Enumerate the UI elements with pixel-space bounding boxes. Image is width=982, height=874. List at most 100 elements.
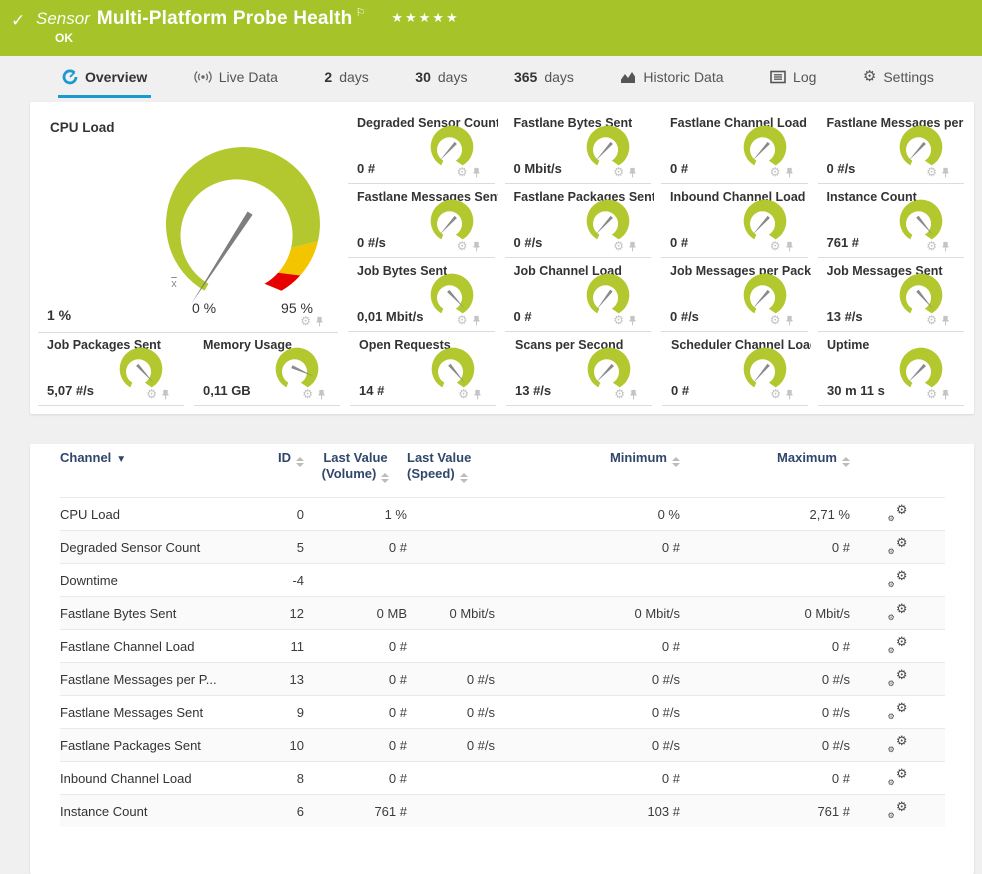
sort-icon [672,457,680,467]
channel-settings-icon[interactable]: ⚙⚙ [888,604,908,620]
gear-icon[interactable]: ⚙ [300,315,311,327]
gear-icon[interactable]: ⚙ [926,314,937,326]
pin-icon[interactable] [314,316,325,327]
pin-icon[interactable] [471,241,482,252]
gear-icon[interactable]: ⚙ [770,240,781,252]
gear-icon[interactable]: ⚙ [770,388,781,400]
channel-settings-icon[interactable]: ⚙⚙ [888,670,908,686]
tab-365-days[interactable]: 365days [510,58,578,98]
tab-overview[interactable]: Overview [58,58,151,98]
channel-maximum: 0 #/s [680,663,850,696]
channel-minimum: 0 # [495,630,680,663]
column-header-maximum[interactable]: Maximum [680,444,850,498]
tab-live-data[interactable]: Live Data [190,58,282,98]
gear-icon[interactable]: ⚙ [770,314,781,326]
pin-icon[interactable] [784,389,795,400]
gauge-scale-max: 95 % [267,300,327,316]
flag-icon[interactable]: ⚐ [355,7,365,19]
pin-icon[interactable] [627,241,638,252]
gear-icon[interactable]: ⚙ [457,166,468,178]
pin-icon[interactable] [471,167,482,178]
channel-id: 11 [252,630,304,663]
gear-icon[interactable]: ⚙ [770,166,781,178]
pin-icon[interactable] [627,315,638,326]
gear-icon[interactable]: ⚙ [458,388,469,400]
pin-icon[interactable] [628,389,639,400]
pin-icon[interactable] [940,167,951,178]
tab-log[interactable]: Log [766,58,820,98]
tile-actions: ⚙ [302,388,327,400]
pin-icon[interactable] [472,389,483,400]
channel-settings-icon[interactable]: ⚙⚙ [888,571,908,587]
channel-maximum: 761 # [680,795,850,828]
gear-icon[interactable]: ⚙ [926,388,937,400]
channel-settings-icon[interactable]: ⚙⚙ [888,505,908,521]
channel-id: 8 [252,762,304,795]
gauge-arc [893,122,949,172]
channel-name: Downtime [60,564,252,597]
column-header-channel[interactable]: Channel▼ [60,444,252,498]
pin-icon-shape [471,241,482,252]
gear-icon[interactable]: ⚙ [457,240,468,252]
channel-name: Fastlane Packages Sent [60,729,252,762]
channel-minimum: 103 # [495,795,680,828]
channel-settings-icon[interactable]: ⚙⚙ [888,538,908,554]
pin-icon[interactable] [940,315,951,326]
channel-last-value-speed [407,498,495,531]
gauge-tile-job-bytes-sent: Job Bytes Sent0,01 Mbit/s⚙ [348,258,495,332]
tab-historic-data[interactable]: Historic Data [616,58,727,98]
tab-30-days[interactable]: 30days [411,58,471,98]
gear-icon[interactable]: ⚙ [146,388,157,400]
channel-settings-icon[interactable]: ⚙⚙ [888,637,908,653]
pin-icon-shape [627,167,638,178]
priority-stars[interactable]: ★★★★★ [391,10,459,25]
channel-settings-icon[interactable]: ⚙⚙ [888,769,908,785]
gear-icon[interactable]: ⚙ [302,388,313,400]
pin-icon[interactable] [316,389,327,400]
gauge-icon [62,69,78,85]
pin-icon-shape [314,316,325,327]
gauge-value: 761 # [827,235,860,250]
pin-icon[interactable] [784,167,795,178]
sensor-status-text: OK [55,31,73,45]
gear-icon[interactable]: ⚙ [457,314,468,326]
column-header-last-value-speed-[interactable]: Last Value(Speed) [407,444,495,498]
table-row: Inbound Channel Load80 #0 #0 #⚙⚙ [60,762,945,795]
average-marker: x [162,278,186,290]
channel-minimum: 0 % [495,498,680,531]
tab-2-days[interactable]: 2days [320,58,372,98]
pin-icon[interactable] [784,241,795,252]
gear-icon[interactable]: ⚙ [614,388,625,400]
tab-settings[interactable]: ⚙Settings [859,58,938,98]
pin-icon[interactable] [160,389,171,400]
pin-icon[interactable] [627,167,638,178]
gauge-arc [893,344,949,394]
channel-id: 0 [252,498,304,531]
gear-icon[interactable]: ⚙ [613,314,624,326]
channel-last-value-volume: 0 # [304,696,407,729]
column-header-last-value-volume-[interactable]: Last Value(Volume) [304,444,407,498]
column-header-minimum[interactable]: Minimum [495,444,680,498]
gear-icon[interactable]: ⚙ [613,166,624,178]
channel-minimum: 0 #/s [495,663,680,696]
sort-icon [381,473,389,483]
channel-settings-icon[interactable]: ⚙⚙ [888,736,908,752]
gauge-grid: Degraded Sensor Count0 #⚙Fastlane Bytes … [348,110,964,332]
gauge-arc [581,344,637,394]
gear-icon[interactable]: ⚙ [613,240,624,252]
tile-actions: ⚙ [926,314,951,326]
pin-icon[interactable] [940,389,951,400]
column-header-id[interactable]: ID [252,444,304,498]
pin-icon[interactable] [471,315,482,326]
tile-actions: ⚙ [926,388,951,400]
pin-icon[interactable] [784,315,795,326]
gauge-value: 0 #/s [514,235,543,250]
pin-icon[interactable] [940,241,951,252]
channel-settings-icon[interactable]: ⚙⚙ [888,703,908,719]
channel-name: Inbound Channel Load [60,762,252,795]
channel-settings-icon[interactable]: ⚙⚙ [888,802,908,818]
channel-last-value-volume: 0 # [304,729,407,762]
gear-icon[interactable]: ⚙ [926,166,937,178]
gear-icon[interactable]: ⚙ [926,240,937,252]
channel-name: Instance Count [60,795,252,828]
